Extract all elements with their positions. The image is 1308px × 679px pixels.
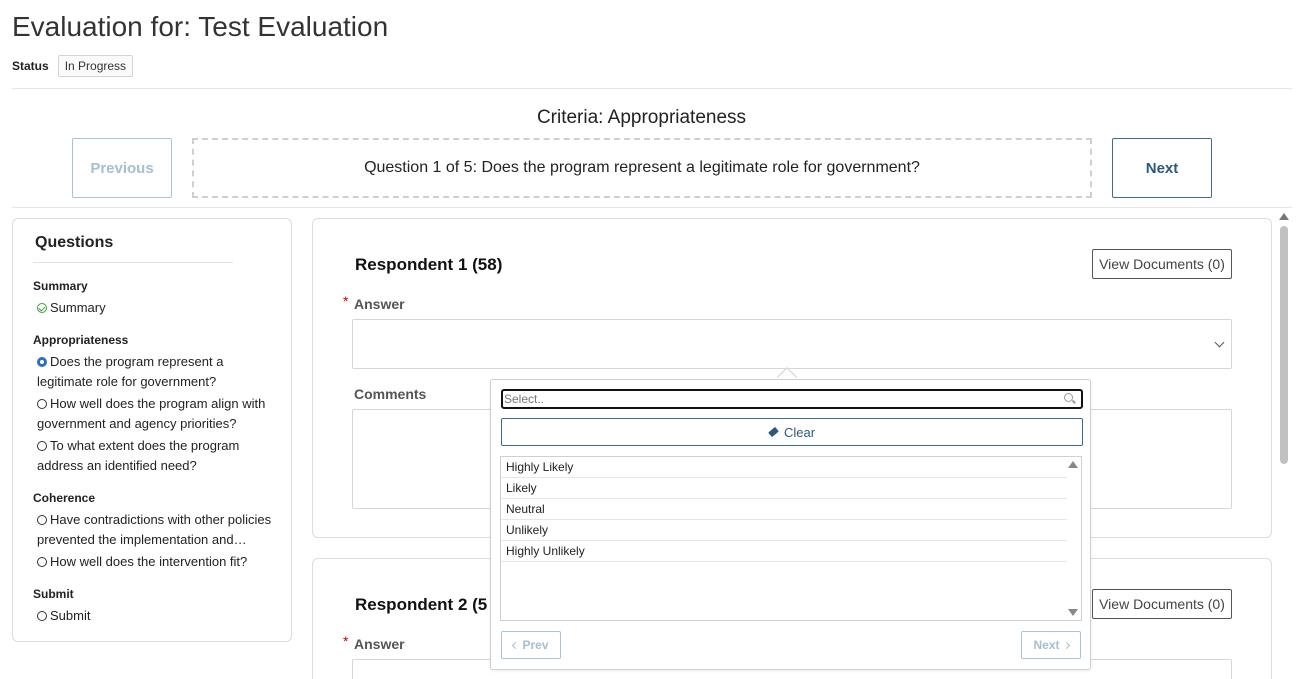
sidebar-item-label: Summary (50, 300, 106, 315)
status-row: Status In Progress (12, 55, 134, 77)
sidebar-item-summary[interactable]: Summary (37, 298, 277, 318)
empty-circle-icon (37, 611, 47, 621)
required-marker: * (343, 633, 349, 649)
clear-button-label: Clear (783, 424, 816, 440)
dropdown-next-button[interactable]: Next (1021, 631, 1081, 659)
respondent-title: Respondent 1 (58) (355, 255, 503, 274)
scroll-up-icon[interactable] (1068, 461, 1078, 468)
header-divider (12, 88, 1292, 89)
question-banner: Question 1 of 5: Does the program repres… (192, 138, 1092, 198)
chevron-right-icon (1062, 641, 1070, 649)
sidebar-item-label: Submit (50, 608, 91, 623)
dropdown-option[interactable]: Likely (501, 478, 1067, 499)
sidebar-group-appropriateness: Appropriateness (33, 333, 129, 347)
current-circle-icon (37, 357, 47, 367)
dropdown-search-input[interactable] (501, 389, 1083, 409)
answer-select[interactable] (352, 319, 1232, 369)
section-divider (12, 207, 1292, 208)
questions-sidebar: Questions Summary Summary Appropriatenes… (12, 218, 292, 642)
empty-circle-icon (37, 399, 47, 409)
eraser-icon (768, 426, 779, 438)
sidebar-group-submit: Submit (33, 587, 74, 601)
check-circle-icon (37, 303, 47, 313)
comments-label: Comments (354, 386, 427, 402)
sidebar-item-contradictions[interactable]: Have contradictions with other policies … (37, 510, 277, 550)
answer-dropdown: Clear Highly Likely Likely Neutral Unlik… (490, 379, 1091, 670)
dropdown-option[interactable]: Neutral (501, 499, 1067, 520)
empty-circle-icon (37, 557, 47, 567)
sidebar-item-label: How well does the program align with gov… (37, 396, 266, 431)
empty-circle-icon (37, 441, 47, 451)
sidebar-item-label: How well does the intervention fit? (50, 554, 248, 569)
dropdown-option[interactable]: Unlikely (501, 520, 1067, 541)
dropdown-prev-label: Prev (522, 638, 549, 652)
sidebar-item-label: Have contradictions with other policies … (37, 512, 272, 547)
sidebar-item-identified-need[interactable]: To what extent does the program address … (37, 436, 277, 476)
respondent-title: Respondent 2 (5 (355, 595, 488, 614)
previous-button[interactable]: Previous (72, 138, 172, 198)
answer-label: Answer (354, 296, 405, 312)
scroll-down-icon[interactable] (1068, 609, 1078, 616)
dropdown-prev-button[interactable]: Prev (501, 631, 561, 659)
answer-label: Answer (354, 636, 405, 652)
sidebar-item-submit[interactable]: Submit (37, 606, 277, 626)
dropdown-option[interactable]: Highly Likely (501, 457, 1067, 478)
sidebar-item-label: To what extent does the program address … (37, 438, 240, 473)
criteria-title: Criteria: Appropriateness (536, 107, 747, 128)
chevron-down-icon (1214, 337, 1225, 348)
page-title: Evaluation for: Test Evaluation (12, 11, 389, 42)
status-badge: In Progress (57, 55, 134, 77)
empty-circle-icon (37, 515, 47, 525)
sidebar-divider (33, 262, 233, 263)
sidebar-group-coherence: Coherence (33, 491, 96, 505)
dropdown-options-list[interactable]: Highly Likely Likely Neutral Unlikely Hi… (500, 456, 1082, 621)
scroll-up-icon[interactable] (1279, 213, 1289, 220)
sidebar-item-legitimate-role[interactable]: Does the program represent a legitimate … (37, 352, 277, 392)
view-documents-button[interactable]: View Documents (0) (1092, 249, 1232, 279)
status-label: Status (12, 59, 49, 73)
view-documents-button[interactable]: View Documents (0) (1092, 589, 1232, 619)
sidebar-title: Questions (35, 234, 114, 251)
sidebar-item-align-priorities[interactable]: How well does the program align with gov… (37, 394, 277, 434)
required-marker: * (343, 293, 349, 309)
dropdown-option[interactable]: Highly Unlikely (501, 541, 1067, 562)
next-button[interactable]: Next (1112, 138, 1212, 198)
page-scrollbar[interactable] (1278, 211, 1290, 679)
clear-button[interactable]: Clear (501, 418, 1083, 446)
search-icon (1064, 393, 1073, 402)
chevron-left-icon (512, 641, 520, 649)
question-text: Question 1 of 5: Does the program repres… (364, 159, 920, 176)
sidebar-group-summary: Summary (33, 279, 88, 293)
sidebar-item-label: Does the program represent a legitimate … (37, 354, 224, 389)
sidebar-item-intervention-fit[interactable]: How well does the intervention fit? (37, 552, 277, 572)
scrollbar-thumb[interactable] (1280, 226, 1288, 464)
dropdown-next-label: Next (1033, 638, 1060, 652)
